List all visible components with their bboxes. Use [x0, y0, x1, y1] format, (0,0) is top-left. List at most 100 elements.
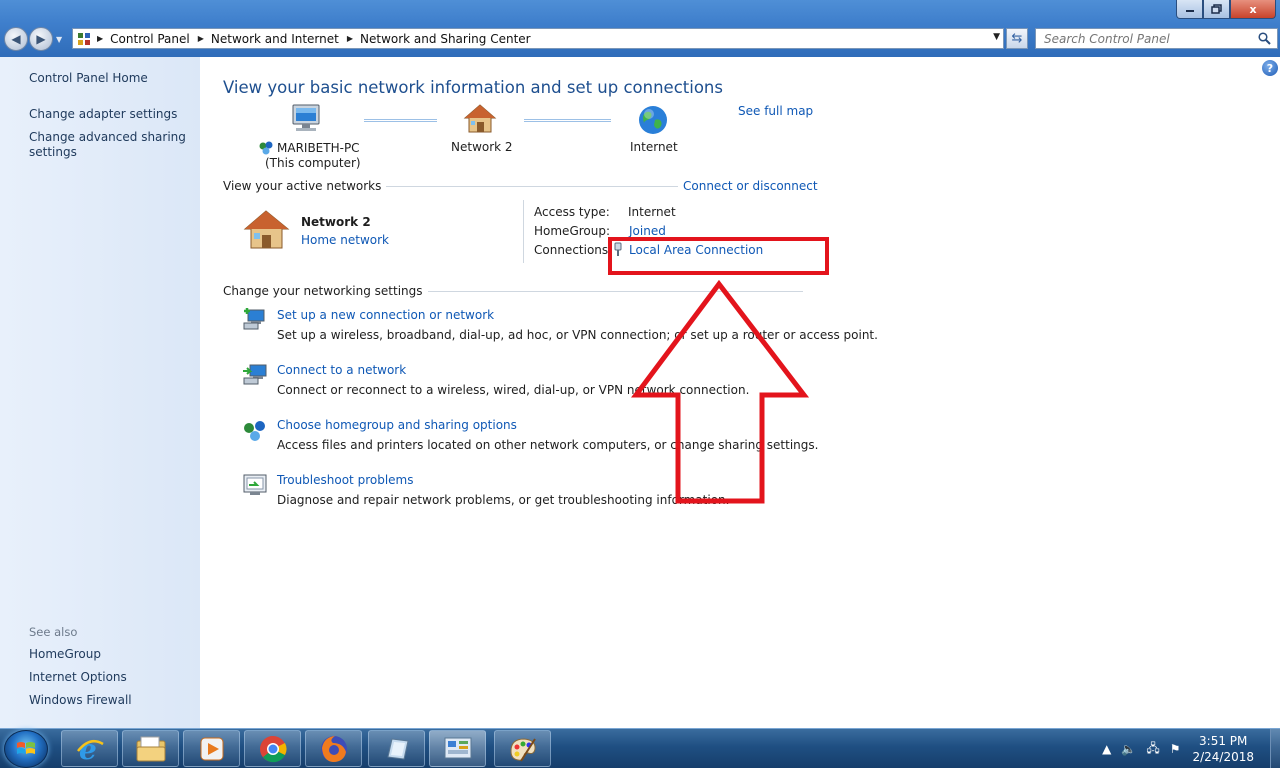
network-house-icon[interactable]: [463, 103, 497, 138]
internet-globe-icon[interactable]: [637, 104, 669, 139]
active-networks-heading: View your active networks: [223, 179, 387, 193]
taskbar-app-window[interactable]: [368, 730, 425, 767]
homegroup-sharing-options-link[interactable]: Choose homegroup and sharing options: [277, 418, 517, 432]
breadcrumb-separator-icon[interactable]: ▶: [347, 34, 353, 43]
active-network-house-icon: [242, 208, 290, 255]
troubleshoot-problems-link[interactable]: Troubleshoot problems: [277, 473, 413, 487]
new-connection-icon: [242, 308, 268, 335]
close-button[interactable]: x: [1230, 0, 1276, 19]
connections-label: Connections:: [534, 243, 613, 257]
refresh-icon: ⇆: [1011, 31, 1023, 46]
homegroup-joined-link[interactable]: Joined: [629, 224, 666, 238]
change-advanced-sharing-settings-link-line2[interactable]: settings: [29, 145, 77, 160]
taskbar-internet-explorer[interactable]: e: [61, 730, 118, 767]
restore-icon: [1211, 4, 1222, 14]
change-settings-heading: Change your networking settings: [223, 284, 428, 298]
taskbar-chrome[interactable]: [244, 730, 301, 767]
setup-new-connection-link[interactable]: Set up a new connection or network: [277, 308, 494, 322]
annotation-up-arrow-icon: [631, 280, 810, 504]
active-network-name: Network 2: [301, 215, 371, 229]
annotation-highlight-box: [608, 237, 829, 275]
clock-time: 3:51 PM: [1199, 734, 1248, 748]
svg-text:e: e: [79, 734, 97, 764]
see-also-heading: See also: [29, 625, 78, 639]
change-advanced-sharing-settings-link[interactable]: Change advanced sharing: [29, 130, 186, 145]
window-chrome: x ◀ ▶ ▼ ▶ Control Panel ▶ Network and In…: [0, 0, 1280, 57]
address-dropdown-icon[interactable]: ▼: [993, 32, 1000, 42]
clock[interactable]: 3:51 PM 2/24/2018: [1192, 733, 1254, 765]
taskbar-file-explorer[interactable]: [122, 730, 179, 767]
connect-or-disconnect-link[interactable]: Connect or disconnect: [683, 179, 818, 193]
clock-date: 2/24/2018: [1192, 750, 1254, 764]
map-connector-line: [524, 119, 611, 122]
minimize-button[interactable]: [1176, 0, 1203, 19]
internet-explorer-icon: e: [76, 734, 104, 764]
vertical-divider: [523, 200, 524, 263]
start-button[interactable]: [4, 730, 48, 768]
home-network-link[interactable]: Home network: [301, 233, 389, 247]
windows-firewall-link[interactable]: Windows Firewall: [29, 693, 132, 708]
access-type-value: Internet: [628, 205, 676, 219]
search-box[interactable]: [1035, 28, 1278, 49]
address-bar[interactable]: ▶ Control Panel ▶ Network and Internet ▶…: [72, 28, 1004, 49]
window-controls: x: [1176, 0, 1276, 19]
troubleshoot-icon: [242, 473, 268, 500]
see-full-map-link[interactable]: See full map: [738, 104, 813, 118]
network-map-label: Network 2: [451, 140, 513, 154]
back-button[interactable]: ◀: [4, 27, 28, 51]
left-navigation-pane: Control Panel Home Change adapter settin…: [0, 57, 200, 728]
breadcrumb-network-and-internet[interactable]: Network and Internet: [211, 32, 339, 46]
connect-to-network-link[interactable]: Connect to a network: [277, 363, 406, 377]
forward-button[interactable]: ▶: [29, 27, 53, 51]
paint-palette-icon: [509, 737, 536, 762]
taskbar-paint[interactable]: [494, 730, 551, 767]
navigation-buttons: ◀ ▶ ▼: [4, 27, 62, 51]
control-panel-home-link[interactable]: Control Panel Home: [29, 71, 148, 86]
show-hidden-icons-icon[interactable]: ▲: [1102, 742, 1111, 756]
internet-map-label: Internet: [630, 140, 678, 154]
search-icon[interactable]: [1258, 32, 1271, 45]
page-title: View your basic network information and …: [223, 78, 723, 97]
homegroup-label: HomeGroup:: [534, 224, 611, 238]
restore-button[interactable]: [1203, 0, 1230, 19]
minimize-icon: [1185, 10, 1194, 12]
search-input[interactable]: [1044, 31, 1249, 46]
computer-icon[interactable]: [290, 103, 324, 138]
breadcrumb-separator-icon[interactable]: ▶: [97, 34, 103, 43]
windows-logo-icon: [17, 742, 35, 754]
recent-pages-dropdown-icon[interactable]: ▼: [56, 35, 62, 44]
media-player-icon: [200, 737, 223, 760]
internet-options-link[interactable]: Internet Options: [29, 670, 127, 685]
taskbar-firefox[interactable]: [305, 730, 362, 767]
show-desktop-button[interactable]: [1270, 729, 1280, 768]
breadcrumb-control-panel[interactable]: Control Panel: [110, 32, 190, 46]
connect-network-icon: [242, 363, 268, 390]
access-type-label: Access type:: [534, 205, 610, 219]
arrow-right-icon: ▶: [36, 32, 46, 46]
breadcrumb-network-and-sharing-center[interactable]: Network and Sharing Center: [360, 32, 531, 46]
change-adapter-settings-link[interactable]: Change adapter settings: [29, 107, 177, 122]
homegroup-badge-icon: [259, 141, 273, 155]
close-icon: x: [1249, 2, 1257, 16]
help-icon: ?: [1266, 61, 1274, 75]
volume-icon[interactable]: 🔈: [1121, 742, 1136, 756]
computer-name: MARIBETH-PC: [277, 141, 360, 155]
folder-icon: [136, 736, 165, 761]
app-window-icon: [386, 737, 409, 760]
homegroup-link[interactable]: HomeGroup: [29, 647, 101, 662]
taskbar-control-panel[interactable]: [429, 730, 486, 767]
network-status-icon[interactable]: 🖧: [1146, 739, 1159, 760]
action-center-flag-icon[interactable]: ⚑: [1170, 742, 1181, 756]
arrow-left-icon: ◀: [11, 32, 21, 46]
breadcrumb-separator-icon[interactable]: ▶: [198, 34, 204, 43]
control-panel-icon: [73, 29, 95, 48]
refresh-button[interactable]: ⇆: [1006, 28, 1028, 49]
chrome-icon: [259, 735, 286, 762]
firefox-icon: [320, 735, 347, 762]
map-connector-line: [364, 119, 437, 122]
homegroup-sharing-icon: [242, 419, 268, 446]
computer-note: (This computer): [265, 156, 361, 170]
taskbar-media-player[interactable]: [183, 730, 240, 767]
help-button[interactable]: ?: [1262, 60, 1278, 76]
computer-name-label: MARIBETH-PC: [258, 140, 360, 156]
